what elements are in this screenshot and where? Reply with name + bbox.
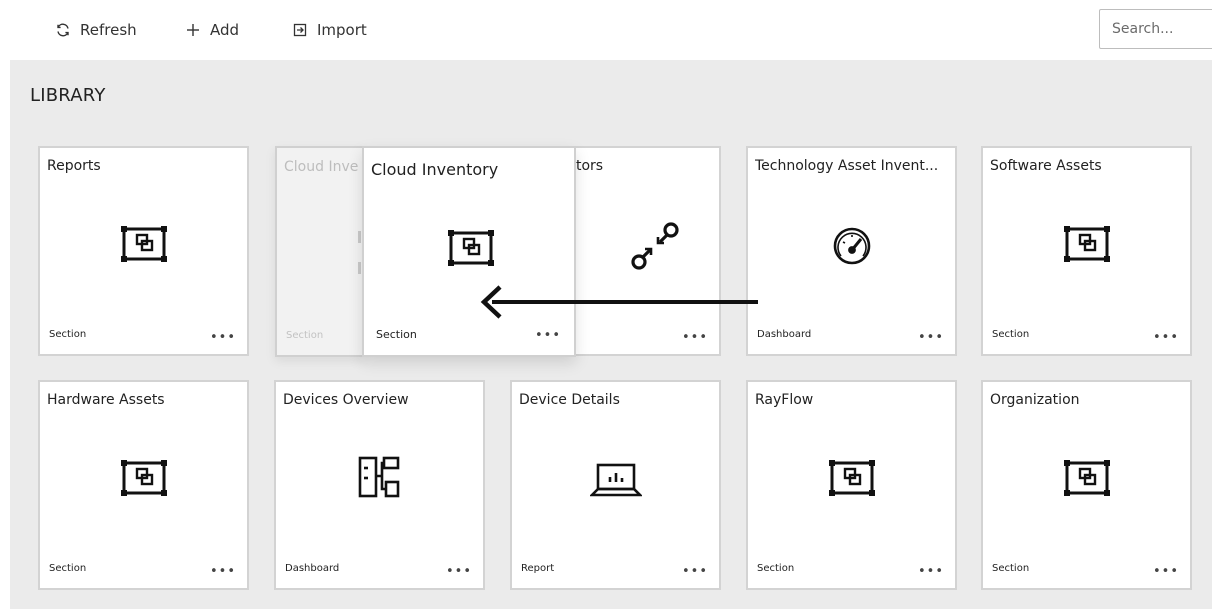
more-options-button[interactable]: ••• [210, 331, 236, 344]
section-icon [120, 460, 167, 500]
more-options-button[interactable]: ••• [210, 565, 236, 578]
tile-title: Software Assets [990, 158, 1102, 174]
ghost-icon-fragment [358, 231, 361, 243]
tile-software-assets[interactable]: Software Assets Section ••• [981, 146, 1192, 356]
library-title: LIBRARY [30, 85, 106, 106]
tile-reports[interactable]: Reports Section ••• [38, 146, 249, 356]
tile-title: tors [576, 158, 604, 174]
drag-placeholder-tile: Cloud Inve Section [275, 146, 365, 357]
devices-icon [358, 456, 402, 502]
tile-title: Device Details [519, 392, 620, 408]
tile-type: Report [521, 563, 555, 574]
section-icon [1063, 226, 1110, 266]
tile-title: Cloud Inventory [371, 160, 499, 179]
tile-type: Dashboard [757, 329, 812, 340]
tile-technology-asset-inventory[interactable]: Technology Asset Invent... Dashboard ••• [746, 146, 957, 356]
refresh-label: Refresh [80, 21, 137, 39]
section-icon [1063, 460, 1110, 500]
refresh-icon [55, 22, 71, 38]
search-input[interactable] [1099, 9, 1212, 49]
tile-title: RayFlow [755, 392, 814, 408]
gauge-icon [829, 226, 875, 270]
section-icon [828, 460, 875, 500]
more-options-button[interactable]: ••• [918, 565, 944, 578]
import-icon [292, 22, 308, 38]
ghost-tile-title: Cloud Inve [284, 159, 359, 175]
tile-rayflow[interactable]: RayFlow Section ••• [746, 380, 957, 590]
tile-device-details[interactable]: Device Details Report ••• [510, 380, 721, 590]
tile-title: Technology Asset Invent... [755, 158, 939, 174]
ghost-icon-fragment [358, 262, 361, 274]
tile-type: Section [376, 328, 417, 341]
tile-title: Organization [990, 392, 1080, 408]
more-options-button[interactable]: ••• [682, 565, 708, 578]
tile-type: Section [757, 563, 795, 574]
tile-title: Hardware Assets [47, 392, 165, 408]
ghost-tile-type: Section [286, 330, 324, 341]
drag-direction-arrow [480, 285, 758, 319]
laptop-chart-icon [588, 462, 643, 502]
refresh-button[interactable]: Refresh [55, 19, 137, 41]
plus-icon [185, 22, 201, 38]
dragged-tile-cloud-inventory[interactable]: Cloud Inventory Section ••• [362, 146, 576, 357]
connectors-icon [630, 220, 680, 274]
add-button[interactable]: Add [185, 19, 239, 41]
tile-type: Dashboard [285, 563, 340, 574]
toolbar: Refresh Add Import [0, 0, 1212, 60]
more-options-button[interactable]: ••• [535, 329, 561, 342]
more-options-button[interactable]: ••• [1153, 565, 1179, 578]
more-options-button[interactable]: ••• [1153, 331, 1179, 344]
add-label: Add [210, 21, 240, 39]
tile-type: Section [49, 329, 87, 340]
tile-type: Section [992, 329, 1030, 340]
tile-hardware-assets[interactable]: Hardware Assets Section ••• [38, 380, 249, 590]
tile-title: Reports [47, 158, 101, 174]
more-options-button[interactable]: ••• [918, 331, 944, 344]
import-button[interactable]: Import [292, 19, 367, 41]
section-icon [448, 230, 494, 270]
more-options-button[interactable]: ••• [446, 565, 472, 578]
tile-type: Section [49, 563, 87, 574]
tile-organization[interactable]: Organization Section ••• [981, 380, 1192, 590]
section-icon [120, 226, 167, 266]
tile-type: Section [992, 563, 1030, 574]
tile-title: Devices Overview [283, 392, 409, 408]
more-options-button[interactable]: ••• [682, 331, 708, 344]
import-label: Import [317, 21, 367, 39]
tile-devices-overview[interactable]: Devices Overview Dashboard ••• [274, 380, 485, 590]
